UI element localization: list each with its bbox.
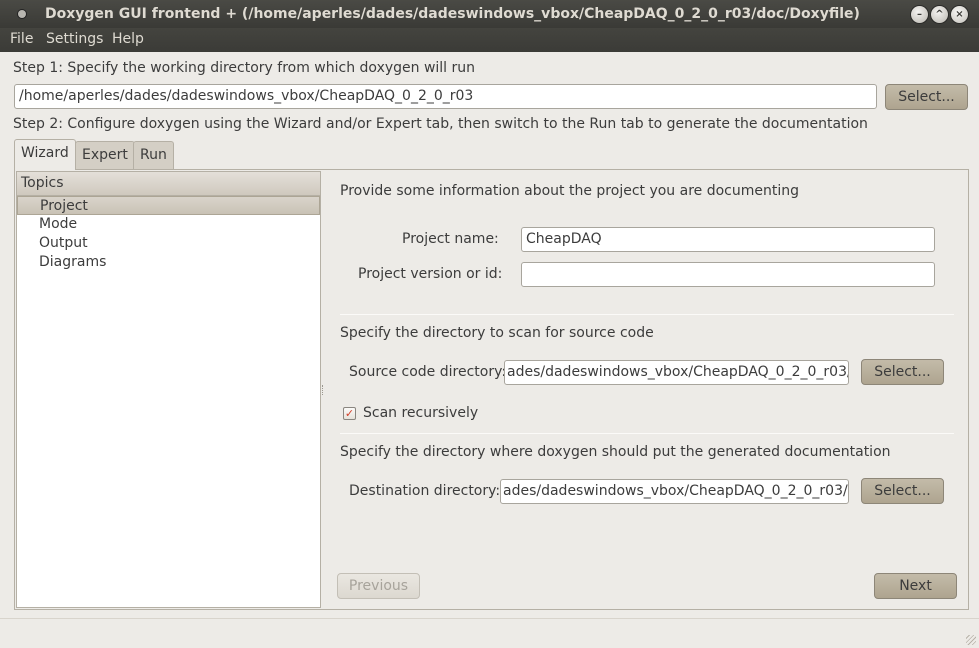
tab-run[interactable]: Run [133,141,174,169]
topics-list: Topics Project Mode Output Diagrams [16,171,321,608]
step1-label: Step 1: Specify the working directory fr… [13,60,476,76]
doxygen-window: Doxygen GUI frontend + (/home/aperles/da… [0,0,979,648]
project-name-label: Project name: [402,231,499,247]
window-menu-icon[interactable] [18,10,26,18]
destination-heading: Specify the directory where doxygen shou… [340,444,891,460]
project-intro: Provide some information about the proje… [340,183,800,199]
menu-settings[interactable]: Settings [46,31,103,47]
close-icon[interactable]: × [951,6,968,23]
scan-recursively-label[interactable]: Scan recursively [363,405,478,421]
menu-help[interactable]: Help [112,31,144,47]
source-directory-select-button[interactable]: Select... [861,359,944,385]
destination-directory-select-button[interactable]: Select... [861,478,944,504]
window-title: Doxygen GUI frontend + (/home/aperles/da… [45,6,860,22]
separator [340,314,954,315]
project-name-field[interactable]: CheapDAQ [521,227,935,252]
source-heading: Specify the directory to scan for source… [340,325,654,341]
topic-item-mode[interactable]: Mode [39,215,77,234]
destination-directory-field[interactable]: ades/dadeswindows_vbox/CheapDAQ_0_2_0_r0… [500,479,849,504]
status-bar [0,618,979,648]
step2-label: Step 2: Configure doxygen using the Wiza… [13,116,868,132]
menu-file[interactable]: File [10,31,33,47]
menu-bar: File Settings Help [0,28,979,52]
source-directory-field[interactable]: ades/dadeswindows_vbox/CheapDAQ_0_2_0_r0… [504,360,849,385]
topic-item-output[interactable]: Output [39,234,88,253]
tab-expert[interactable]: Expert [75,141,135,169]
separator [340,433,954,434]
tab-wizard[interactable]: Wizard [14,139,76,170]
topic-item-project[interactable]: Project [17,196,320,215]
next-button[interactable]: Next [874,573,957,599]
scan-recursively-checkbox[interactable]: ✓ [343,407,356,420]
previous-button[interactable]: Previous [337,573,420,599]
source-directory-label: Source code directory: [349,364,507,380]
project-version-label: Project version or id: [358,266,503,282]
resize-grip-icon[interactable] [966,635,976,645]
topic-item-diagrams[interactable]: Diagrams [39,253,106,272]
title-bar: Doxygen GUI frontend + (/home/aperles/da… [0,0,979,28]
destination-directory-label: Destination directory: [349,483,501,499]
topics-header: Topics [17,172,320,196]
project-version-field[interactable] [521,262,935,287]
working-directory-field[interactable]: /home/aperles/dades/dadeswindows_vbox/Ch… [14,84,877,109]
working-directory-select-button[interactable]: Select... [885,84,968,110]
maximize-icon[interactable]: ^ [931,6,948,23]
minimize-icon[interactable]: – [911,6,928,23]
splitter-handle[interactable] [322,385,325,395]
